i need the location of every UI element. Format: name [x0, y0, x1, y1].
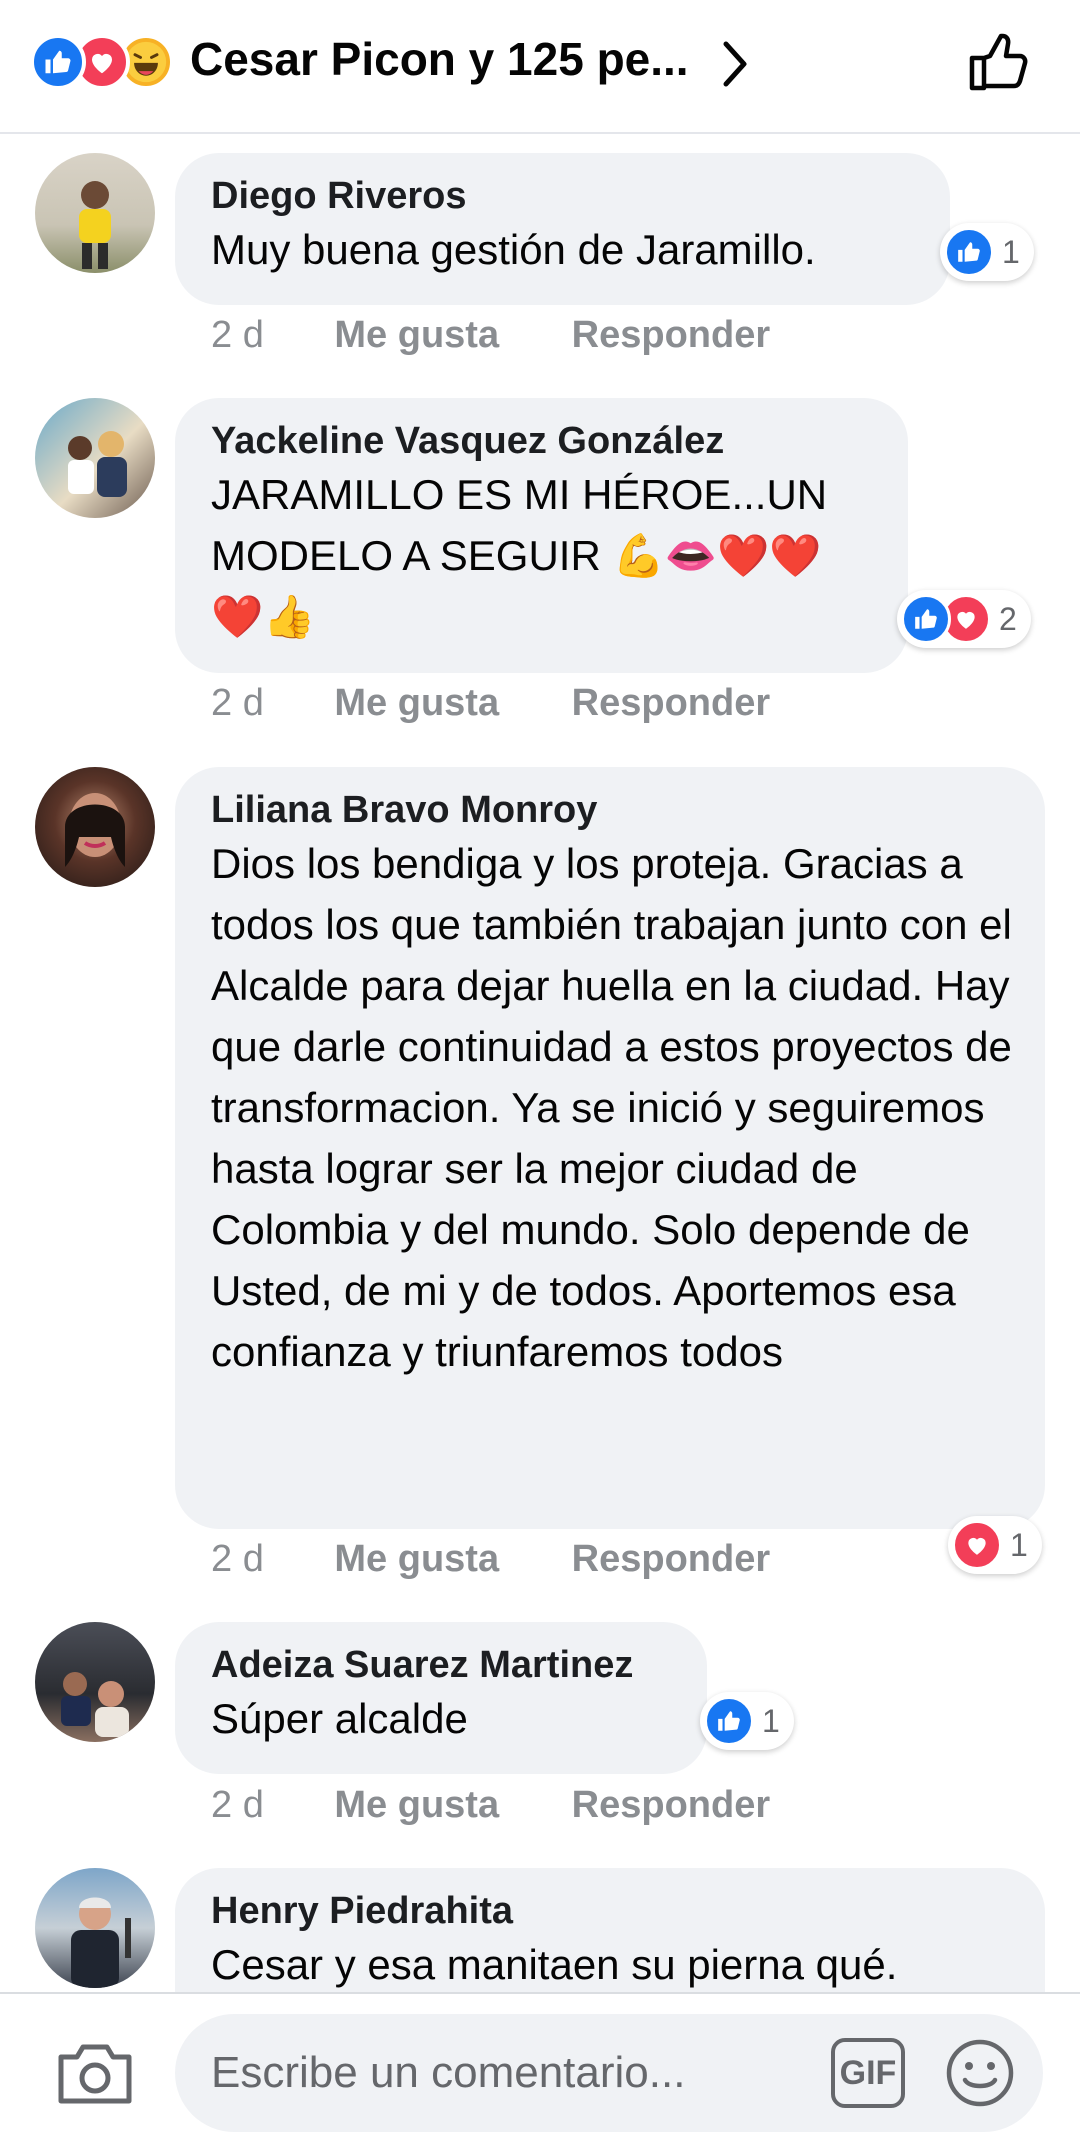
- reactors-title[interactable]: Cesar Picon y 125 pe...: [190, 32, 689, 86]
- like-icon: [944, 227, 994, 277]
- comment-input[interactable]: Escribe un comentario... GIF: [175, 2014, 1043, 2132]
- reaction-count: 1: [762, 1702, 780, 1739]
- like-icon: [901, 594, 951, 644]
- reaction-summary-icons[interactable]: [30, 34, 180, 90]
- like-link[interactable]: Me gusta: [334, 682, 499, 725]
- reply-link[interactable]: Responder: [572, 1784, 770, 1827]
- comment-input-placeholder[interactable]: Escribe un comentario...: [211, 2048, 685, 2098]
- like-reaction-icon: [30, 34, 86, 90]
- avatar[interactable]: [35, 398, 155, 518]
- comment-actions: 2 d Me gusta Responder: [211, 1538, 770, 1581]
- comment-text: Cesar y esa manitaen su pierna qué.: [211, 1941, 898, 1988]
- comment-author[interactable]: Yackeline Vasquez González: [211, 418, 872, 464]
- comment-text: Muy buena gestión de Jaramillo.: [211, 226, 816, 273]
- comment-text: Dios los bendiga y los proteja. Gracias …: [211, 840, 1012, 1375]
- comment-bubble[interactable]: Liliana Bravo Monroy Dios los bendiga y …: [175, 767, 1045, 1529]
- thumbs-up-icon[interactable]: [966, 30, 1030, 94]
- comment-composer: Escribe un comentario... GIF: [0, 1992, 1080, 2149]
- like-link[interactable]: Me gusta: [334, 314, 499, 357]
- comment-bubble[interactable]: Diego Riveros Muy buena gestión de Jaram…: [175, 153, 950, 305]
- reaction-count: 1: [1002, 233, 1020, 270]
- chevron-right-icon[interactable]: [716, 36, 756, 92]
- comment-reactions[interactable]: 2: [897, 590, 1031, 648]
- comment-bubble[interactable]: Yackeline Vasquez González JARAMILLO ES …: [175, 398, 908, 673]
- comment-actions: 2 d Me gusta Responder: [211, 1784, 770, 1827]
- avatar[interactable]: [35, 153, 155, 273]
- comment-reactions[interactable]: 1: [948, 1516, 1042, 1574]
- comment-time: 2 d: [211, 314, 264, 356]
- reactions-header[interactable]: Cesar Picon y 125 pe...: [0, 0, 1080, 134]
- like-icon: [704, 1696, 754, 1746]
- reply-link[interactable]: Responder: [572, 1538, 770, 1581]
- comment-reactions[interactable]: 1: [700, 1692, 794, 1750]
- reply-link[interactable]: Responder: [572, 682, 770, 725]
- love-icon: [952, 1520, 1002, 1570]
- comment-actions: 2 d Me gusta Responder: [211, 314, 770, 357]
- comment-text: JARAMILLO ES MI HÉROE...UN MODELO A SEGU…: [211, 471, 828, 640]
- reaction-count: 2: [999, 600, 1017, 637]
- avatar[interactable]: [35, 1622, 155, 1742]
- like-link[interactable]: Me gusta: [334, 1784, 499, 1827]
- comment-author[interactable]: Henry Piedrahita: [211, 1888, 1009, 1934]
- avatar[interactable]: [35, 1868, 155, 1988]
- comment-bubble[interactable]: Henry Piedrahita Cesar y esa manitaen su…: [175, 1868, 1045, 1992]
- comment-author[interactable]: Liliana Bravo Monroy: [211, 787, 1009, 833]
- like-link[interactable]: Me gusta: [334, 1538, 499, 1581]
- gif-button[interactable]: GIF: [831, 2038, 905, 2108]
- emoji-icon[interactable]: [945, 2038, 1015, 2108]
- comment-time: 2 d: [211, 1784, 264, 1826]
- comment-author[interactable]: Adeiza Suarez Martinez: [211, 1642, 671, 1688]
- camera-icon[interactable]: [55, 2039, 135, 2107]
- comment-bubble[interactable]: Adeiza Suarez Martinez Súper alcalde: [175, 1622, 707, 1774]
- comment-text: Súper alcalde: [211, 1695, 468, 1742]
- comment-actions: 2 d Me gusta Responder: [211, 682, 770, 725]
- comment-author[interactable]: Diego Riveros: [211, 173, 914, 219]
- avatar[interactable]: [35, 767, 155, 887]
- comment-reactions[interactable]: 1: [940, 223, 1034, 281]
- reply-link[interactable]: Responder: [572, 314, 770, 357]
- comment-time: 2 d: [211, 1538, 264, 1580]
- reaction-count: 1: [1010, 1526, 1028, 1563]
- comment-time: 2 d: [211, 682, 264, 724]
